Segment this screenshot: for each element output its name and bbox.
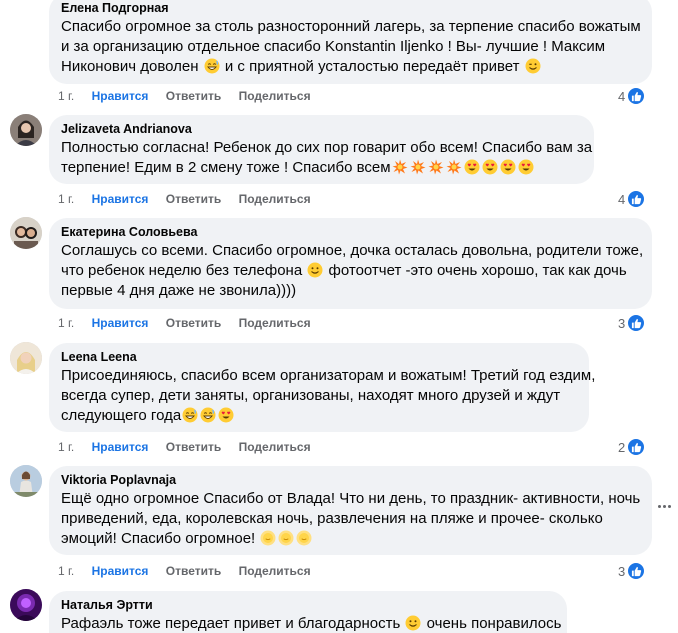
reaction-summary[interactable]: 4 bbox=[618, 86, 646, 106]
winking-face-emoji bbox=[525, 58, 541, 74]
reply-button[interactable]: Ответить bbox=[166, 89, 221, 103]
comment-timestamp[interactable]: 1 г. bbox=[58, 89, 74, 103]
avatar[interactable] bbox=[10, 465, 42, 497]
thumbs-up-icon bbox=[627, 438, 646, 456]
comment-actions: 1 г. Нравится Ответить Поделиться bbox=[58, 315, 325, 331]
smiling-face-emoji bbox=[307, 262, 323, 278]
comment-author[interactable]: Наталья Эртти bbox=[61, 597, 555, 613]
comment-timestamp[interactable]: 1 г. bbox=[58, 564, 74, 578]
smiling-face-emoji bbox=[405, 615, 421, 631]
comment-text: Полностью согласна! Ребенок до сих пор г… bbox=[61, 139, 593, 176]
reply-button[interactable]: Ответить bbox=[166, 316, 221, 330]
collision-emoji bbox=[410, 159, 426, 175]
share-button[interactable]: Поделиться bbox=[239, 316, 311, 330]
collision-emoji bbox=[446, 159, 462, 175]
comment-bubble: Jelizaveta Andrianova Полностью согласна… bbox=[49, 115, 594, 184]
thumbs-up-icon bbox=[627, 190, 646, 208]
sun-emoji bbox=[260, 530, 276, 546]
comment-bubble: Наталья Эртти Рафаэль тоже передает прив… bbox=[49, 591, 567, 633]
avatar[interactable] bbox=[10, 217, 42, 249]
collision-emoji bbox=[392, 159, 408, 175]
comment-timestamp[interactable]: 1 г. bbox=[58, 192, 74, 206]
share-button[interactable]: Поделиться bbox=[239, 192, 311, 206]
reaction-count: 4 bbox=[618, 88, 626, 104]
avatar[interactable] bbox=[10, 342, 42, 374]
comment-bubble: Leena Leena Присоединяюсь, спасибо всем … bbox=[49, 343, 596, 432]
comment-text: Спасибо огромное за столь разносторонний… bbox=[61, 18, 641, 75]
avatar[interactable] bbox=[10, 589, 42, 621]
grinning-sweat-emoji bbox=[200, 407, 216, 423]
like-button[interactable]: Нравится bbox=[92, 192, 149, 206]
heart-eyes-emoji bbox=[464, 159, 480, 175]
grinning-sweat-emoji bbox=[204, 58, 220, 74]
reply-button[interactable]: Ответить bbox=[166, 192, 221, 206]
share-button[interactable]: Поделиться bbox=[239, 440, 311, 454]
comment-author[interactable]: Елена Подгорная bbox=[61, 0, 640, 16]
comment-author[interactable]: Jelizaveta Andrianova bbox=[61, 121, 582, 137]
comment-timestamp[interactable]: 1 г. bbox=[58, 440, 74, 454]
avatar[interactable] bbox=[10, 114, 42, 146]
share-button[interactable]: Поделиться bbox=[239, 564, 311, 578]
reaction-count: 2 bbox=[618, 439, 626, 455]
reaction-summary[interactable]: 4 bbox=[618, 189, 646, 209]
comment-actions: 1 г. Нравится Ответить Поделиться bbox=[58, 88, 325, 104]
comment-bubble: Екатерина Соловьева Соглашусь со всеми. … bbox=[49, 218, 652, 309]
comment-bubble: Елена Подгорная Спасибо огромное за стол… bbox=[49, 0, 652, 84]
grinning-sweat-emoji bbox=[182, 407, 198, 423]
sun-emoji bbox=[296, 530, 312, 546]
comment-actions: 1 г. Нравится Ответить Поделиться bbox=[58, 563, 325, 579]
comment-text: Ещё одно огромное Спасибо от Влада! Что … bbox=[61, 490, 641, 547]
comment-actions: 1 г. Нравится Ответить Поделиться bbox=[58, 191, 325, 207]
more-options-icon[interactable] bbox=[658, 505, 674, 511]
heart-eyes-emoji bbox=[500, 159, 516, 175]
collision-emoji bbox=[428, 159, 444, 175]
reply-button[interactable]: Ответить bbox=[166, 440, 221, 454]
reaction-count: 4 bbox=[618, 191, 626, 207]
heart-eyes-emoji bbox=[518, 159, 534, 175]
reaction-count: 3 bbox=[618, 315, 626, 331]
reaction-summary[interactable]: 3 bbox=[618, 313, 646, 333]
comment-actions: 1 г. Нравится Ответить Поделиться bbox=[58, 439, 325, 455]
share-button[interactable]: Поделиться bbox=[239, 89, 311, 103]
reaction-summary[interactable]: 3 bbox=[618, 561, 646, 581]
thumbs-up-icon bbox=[627, 562, 646, 580]
comment-bubble: Viktoria Poplavnaja Ещё одно огромное Сп… bbox=[49, 466, 652, 555]
comment-text: Рафаэль тоже передает привет и благодарн… bbox=[61, 615, 562, 632]
reply-button[interactable]: Ответить bbox=[166, 564, 221, 578]
thumbs-up-icon bbox=[627, 87, 646, 105]
comment-text: Соглашусь со всеми. Спасибо огромное, до… bbox=[61, 242, 644, 299]
reaction-summary[interactable]: 2 bbox=[618, 437, 646, 457]
comment-author[interactable]: Екатерина Соловьева bbox=[61, 224, 640, 240]
comment-timestamp[interactable]: 1 г. bbox=[58, 316, 74, 330]
like-button[interactable]: Нравится bbox=[92, 440, 149, 454]
like-button[interactable]: Нравится bbox=[92, 89, 149, 103]
sun-emoji bbox=[278, 530, 294, 546]
like-button[interactable]: Нравится bbox=[92, 316, 149, 330]
thumbs-up-icon bbox=[627, 314, 646, 332]
comment-author[interactable]: Viktoria Poplavnaja bbox=[61, 472, 640, 488]
comment-author[interactable]: Leena Leena bbox=[61, 349, 577, 365]
heart-eyes-emoji bbox=[482, 159, 498, 175]
reaction-count: 3 bbox=[618, 563, 626, 579]
like-button[interactable]: Нравится bbox=[92, 564, 149, 578]
heart-eyes-emoji bbox=[218, 407, 234, 423]
comment-text: Присоединяюсь, спасибо всем организатора… bbox=[61, 367, 596, 424]
